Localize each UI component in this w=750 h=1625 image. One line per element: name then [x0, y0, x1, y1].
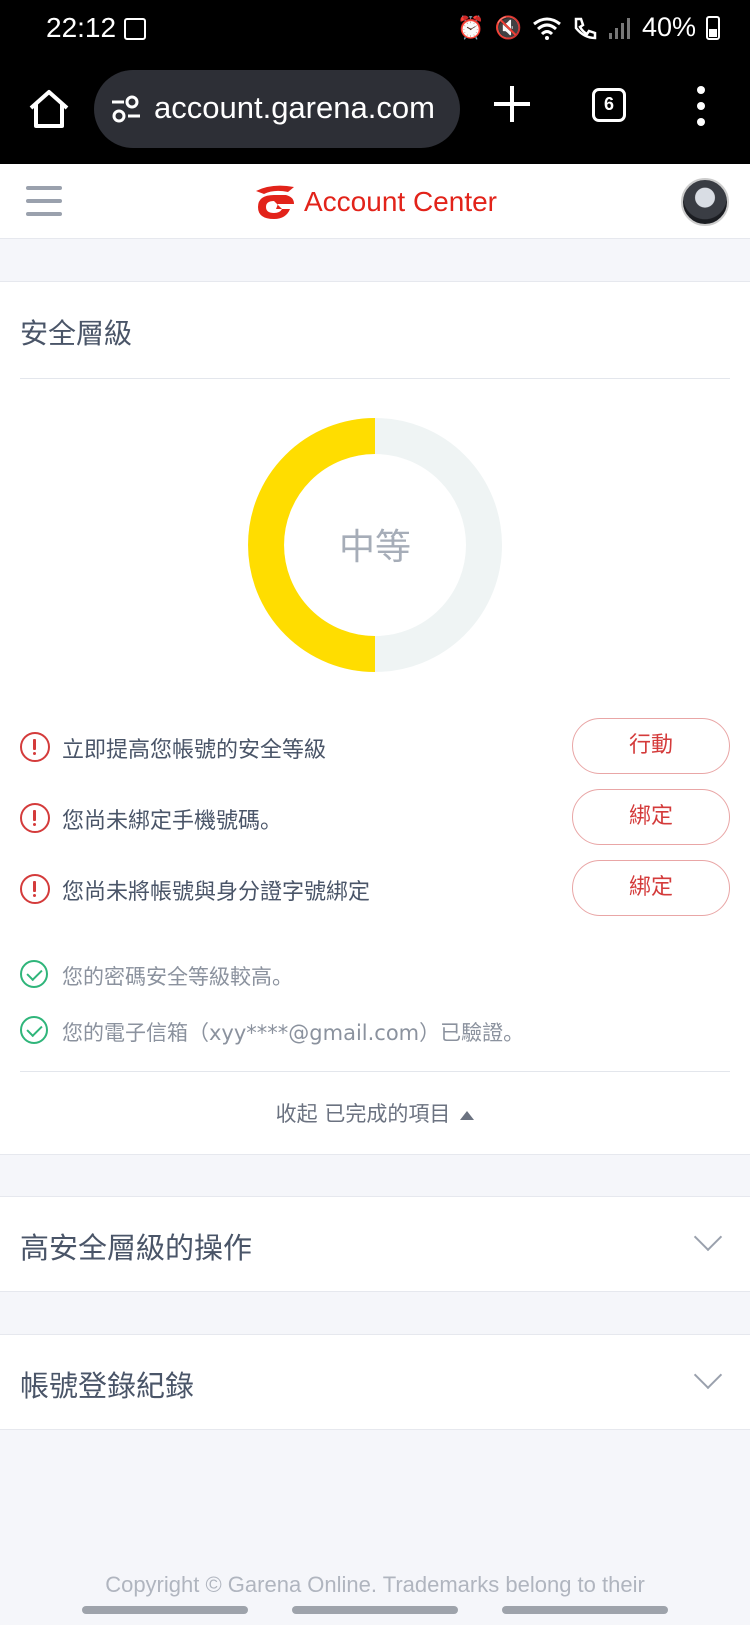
clock: 22:12 [46, 12, 117, 43]
status-icons: ⏰ 🔇 40% [457, 12, 720, 43]
security-title: 安全層級 [20, 317, 133, 350]
collapse-completed-button[interactable]: 收起 已完成的項目 [0, 1098, 750, 1128]
alert-icon [20, 874, 50, 904]
section-title: 帳號登錄紀錄 [20, 1369, 195, 1403]
divider [20, 378, 730, 379]
chevron-down-icon [693, 1360, 723, 1390]
login-history-section[interactable]: 帳號登錄紀錄 [0, 1334, 750, 1430]
site-settings-icon[interactable] [110, 94, 142, 124]
done-text: 您的電子信箱（xyy****@gmail.com）已驗證。 [62, 1021, 525, 1045]
done-item: 您的電子信箱（xyy****@gmail.com）已驗證。 [20, 1014, 730, 1048]
nav-handle[interactable] [502, 1606, 668, 1614]
image-icon [124, 18, 146, 40]
section-title: 高安全層級的操作 [20, 1231, 253, 1265]
gesture-nav-bar [0, 1598, 750, 1625]
todo-item: 您尚未將帳號與身分證字號綁定 綁定 [20, 860, 730, 916]
home-icon[interactable] [26, 86, 72, 132]
bind-phone-button[interactable]: 綁定 [572, 789, 730, 845]
logo[interactable]: Account Center [252, 182, 497, 222]
todo-item: 您尚未綁定手機號碼。 綁定 [20, 789, 730, 845]
mute-icon: 🔇 [494, 14, 522, 40]
chevron-down-icon [693, 1222, 723, 1252]
alert-icon [20, 732, 50, 762]
nav-handle[interactable] [82, 1606, 248, 1614]
wifi-icon [533, 17, 561, 40]
check-circle-icon [20, 960, 48, 988]
address-bar[interactable]: account.garena.com [94, 70, 460, 148]
new-tab-icon[interactable] [492, 84, 532, 124]
todo-text: 您尚未將帳號與身分證字號綁定 [62, 880, 371, 905]
copyright-text: Copyright © Garena Online. Trademarks be… [105, 1572, 645, 1597]
header-title: Account Center [304, 186, 497, 217]
status-bar: 22:12 ⏰ 🔇 40% [0, 0, 750, 60]
more-vert-icon[interactable] [692, 86, 712, 126]
done-text: 您的密碼安全等級較高。 [62, 965, 293, 989]
caret-up-icon [460, 1110, 475, 1120]
done-item: 您的密碼安全等級較高。 [20, 958, 730, 992]
collapse-label: 收起 已完成的項目 [275, 1102, 451, 1126]
wifi-calling-icon [574, 17, 597, 39]
todo-item: 立即提高您帳號的安全等級 行動 [20, 718, 730, 774]
tabs-icon[interactable]: 6 [592, 88, 626, 122]
alert-icon [20, 803, 50, 833]
browser-toolbar: account.garena.com 6 [0, 60, 750, 164]
url-text[interactable]: account.garena.com [154, 90, 435, 126]
security-level-card: 安全層級 中等 立即提高您帳號的安全等級 行動 您尚未綁定手機號碼。 綁定 您尚… [0, 281, 750, 1155]
battery-icon [706, 15, 720, 40]
signal-icon [608, 17, 630, 39]
nav-handle[interactable] [292, 1606, 458, 1614]
check-circle-icon [20, 1016, 48, 1044]
battery-percentage: 40% [641, 12, 696, 42]
bind-id-button[interactable]: 綁定 [572, 860, 730, 916]
alarm-icon: ⏰ [457, 14, 485, 40]
app-header: Account Center [0, 164, 750, 239]
menu-icon[interactable] [26, 186, 62, 216]
avatar[interactable] [681, 178, 729, 226]
divider [20, 1071, 730, 1072]
todo-text: 您尚未綁定手機號碼。 [62, 809, 283, 834]
todo-text: 立即提高您帳號的安全等級 [62, 738, 327, 763]
action-button[interactable]: 行動 [572, 718, 730, 774]
high-security-operations-section[interactable]: 高安全層級的操作 [0, 1196, 750, 1292]
security-level-label: 中等 [338, 527, 411, 568]
garena-logo-icon [256, 185, 294, 219]
